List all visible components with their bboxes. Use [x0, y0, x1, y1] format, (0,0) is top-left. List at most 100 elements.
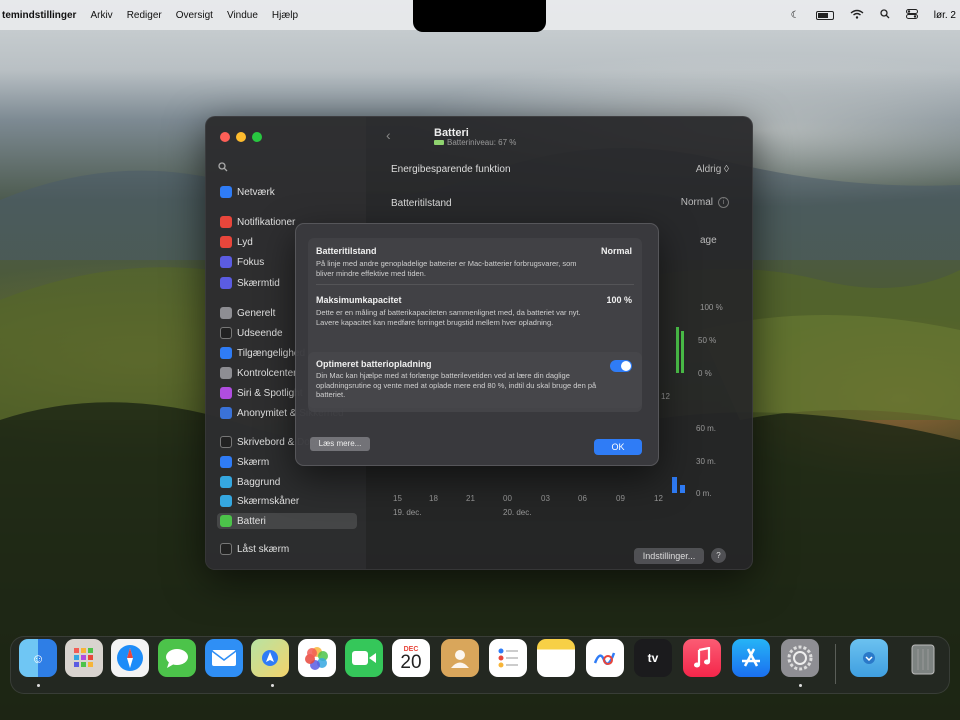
chart-x-tick-18: 18: [429, 494, 438, 503]
music-icon[interactable]: [683, 639, 721, 677]
usage-bar: [680, 485, 685, 493]
focus-moon-icon[interactable]: ☾: [791, 10, 800, 21]
spotlight-search-icon[interactable]: [880, 8, 890, 22]
optimized-charging-text: Din Mac kan hjælpe med at forlænge batte…: [316, 371, 597, 399]
learn-more-button[interactable]: Læs mere...: [310, 437, 370, 451]
maximum-capacity-text: Dette er en måling af batterikapaciteten…: [316, 308, 581, 327]
hourglass-icon: [220, 277, 232, 289]
help-button[interactable]: ?: [711, 548, 726, 563]
reminders-icon[interactable]: [489, 639, 527, 677]
lock-icon: [220, 543, 232, 555]
running-indicator: [271, 684, 274, 687]
sidebar-item-netvaerk[interactable]: Netværk: [220, 186, 360, 198]
battery-condition-text: På linje med andre genopladelige batteri…: [316, 259, 577, 278]
chart-y-tick-60m: 60 m.: [696, 424, 717, 433]
maps-icon[interactable]: [251, 639, 289, 677]
siri-icon: [220, 387, 232, 399]
battery-level-bar: [676, 327, 679, 373]
camera-notch: [413, 0, 546, 32]
menu-oversigt[interactable]: Oversigt: [176, 10, 213, 21]
battery-condition-value: Normal: [600, 246, 632, 256]
menu-hjaelp[interactable]: Hjælp: [272, 10, 298, 21]
zoom-window-button[interactable]: [252, 132, 262, 142]
battery-health-value: Normal i: [681, 197, 729, 208]
sidebar-item-laast-skaerm[interactable]: Låst skærm: [220, 543, 360, 555]
battery-status-icon[interactable]: [815, 10, 834, 20]
partial-tab-label[interactable]: age: [700, 235, 717, 246]
accessibility-icon: [220, 347, 232, 359]
chart-x-tick-03: 03: [541, 494, 550, 503]
apple-tv-icon[interactable]: tv: [634, 639, 672, 677]
facetime-icon[interactable]: [345, 639, 383, 677]
optimized-charging-card: Optimeret batteriopladning Din Mac kan h…: [308, 352, 642, 412]
options-button[interactable]: Indstillinger...: [634, 548, 704, 564]
finder-icon[interactable]: ☺: [19, 639, 57, 677]
control-center-sidebar-icon: [220, 367, 232, 379]
info-icon[interactable]: i: [718, 197, 729, 208]
sidebar-search-icon[interactable]: [218, 162, 228, 175]
speaker-icon: [220, 236, 232, 248]
control-center-icon[interactable]: [905, 8, 918, 22]
safari-icon[interactable]: [111, 639, 149, 677]
sidebar-item-batteri[interactable]: Batteri: [217, 513, 357, 529]
chart-x-tick-06: 06: [578, 494, 587, 503]
trash-icon[interactable]: [904, 639, 942, 677]
system-settings-icon[interactable]: [781, 639, 819, 677]
freeform-icon[interactable]: [586, 639, 624, 677]
app-store-icon[interactable]: [732, 639, 770, 677]
screensaver-icon: [220, 495, 232, 507]
calendar-day: 20: [400, 651, 422, 673]
close-window-button[interactable]: [220, 132, 230, 142]
ok-button[interactable]: OK: [594, 439, 642, 455]
launchpad-icon[interactable]: [65, 639, 103, 677]
contacts-icon[interactable]: [441, 639, 479, 677]
chart-x-tick-00: 00: [503, 494, 512, 503]
bell-icon: [220, 216, 232, 228]
wifi-icon[interactable]: [850, 9, 864, 22]
chart-y-tick-30m: 30 m.: [696, 457, 717, 466]
messages-icon[interactable]: [158, 639, 196, 677]
downloads-folder-icon[interactable]: [850, 639, 888, 677]
battery-icon: [220, 515, 232, 527]
menu-arkiv[interactable]: Arkiv: [90, 10, 112, 21]
minimize-window-button[interactable]: [236, 132, 246, 142]
optimized-charging-toggle[interactable]: [610, 360, 632, 372]
chart-y-tick-0: 0 %: [698, 369, 712, 378]
optimized-charging-title: Optimeret batteriopladning: [316, 359, 432, 369]
hand-icon: [220, 407, 232, 419]
battery-level-bar: [681, 331, 684, 373]
chart-y-tick-50: 50 %: [698, 336, 717, 345]
menu-app-name[interactable]: temindstillinger: [2, 10, 76, 21]
battery-level-subtitle: Batteriniveau: 67 %: [434, 138, 516, 147]
chart-date-19-dec: 19. dec.: [393, 508, 422, 517]
globe-icon: [220, 186, 232, 198]
dialog-divider: [316, 284, 634, 285]
sidebar-item-baggrund[interactable]: Baggrund: [220, 476, 360, 488]
menu-rediger[interactable]: Rediger: [127, 10, 162, 21]
low-power-mode-select[interactable]: Aldrig ◊: [696, 164, 729, 175]
dock-separator: [835, 644, 836, 684]
menu-clock[interactable]: lør. 2: [934, 10, 956, 21]
sidebar-item-skaermskaaner[interactable]: Skærmskåner: [220, 495, 360, 507]
wallpaper-icon: [220, 476, 232, 488]
mail-icon[interactable]: [205, 639, 243, 677]
running-indicator: [799, 684, 802, 687]
back-chevron-icon[interactable]: ‹: [386, 127, 391, 143]
menu-vindue[interactable]: Vindue: [227, 10, 258, 21]
chart-y-tick-0m: 0 m.: [696, 489, 712, 498]
dock-icon: [220, 436, 232, 448]
notes-icon[interactable]: [537, 639, 575, 677]
photos-icon[interactable]: [298, 639, 336, 677]
status-area: ☾ lør. 2: [791, 0, 960, 30]
calendar-icon[interactable]: DEC 20: [392, 639, 430, 677]
usage-bar: [672, 477, 677, 493]
battery-level-icon: [434, 140, 444, 145]
low-power-mode-label: Energibesparende funktion: [391, 164, 511, 175]
apple-tv-label: tv: [647, 651, 659, 665]
display-icon: [220, 456, 232, 468]
maximum-capacity-value: 100 %: [606, 295, 632, 305]
gear-icon: [220, 307, 232, 319]
chart-x-tick-21: 21: [466, 494, 475, 503]
chart-y-tick-100: 100 %: [700, 303, 723, 312]
maximum-capacity-title: Maksimumkapacitet: [316, 295, 402, 305]
